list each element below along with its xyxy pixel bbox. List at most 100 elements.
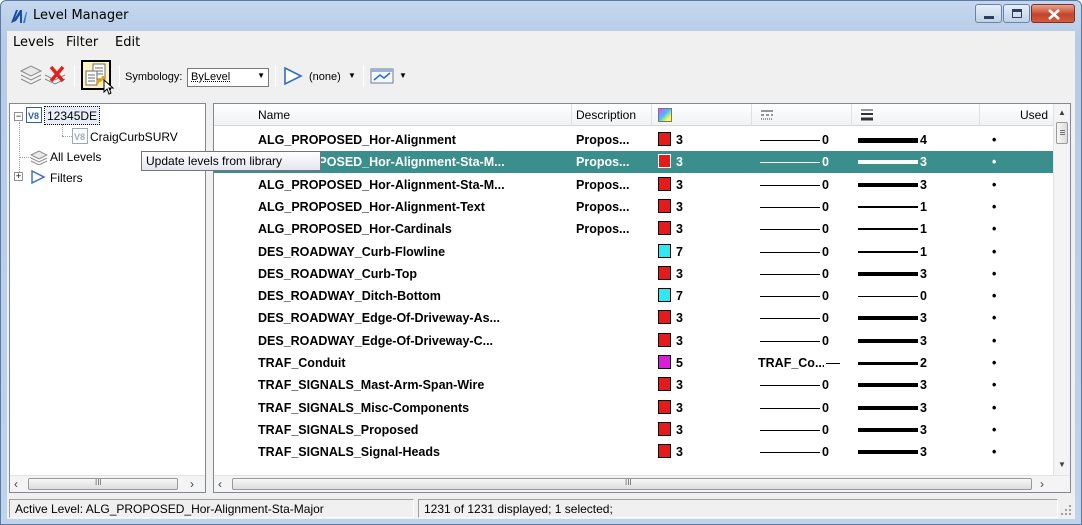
menu-levels[interactable]: Levels — [13, 35, 54, 50]
expand-icon[interactable]: + — [14, 172, 23, 181]
tree-horizontal-scrollbar[interactable]: ‹ III › — [10, 475, 205, 492]
display-style-dropdown-icon[interactable]: ▼ — [399, 71, 407, 80]
level-weight: 3 — [920, 422, 927, 437]
color-swatch[interactable] — [658, 288, 671, 303]
table-row[interactable]: TRAF_SIGNALS_Misc-Components 3 0 3 • — [214, 397, 1054, 419]
color-swatch[interactable] — [658, 154, 671, 169]
line-style-sample — [760, 206, 820, 208]
scroll-right-icon[interactable]: › — [190, 477, 194, 491]
line-weight-sample — [858, 450, 918, 455]
line-weight-sample — [858, 271, 918, 276]
column-line-style[interactable] — [752, 104, 852, 126]
column-description[interactable]: Description — [572, 104, 652, 126]
color-swatch[interactable] — [658, 444, 671, 459]
resize-grip-icon[interactable] — [1061, 505, 1071, 515]
color-swatch[interactable] — [658, 265, 671, 280]
scroll-down-icon[interactable]: ▼ — [1058, 460, 1066, 469]
new-level-icon[interactable] — [19, 63, 43, 85]
menu-edit[interactable]: Edit — [115, 35, 140, 50]
level-description: Propos... — [576, 155, 630, 170]
line-style-icon — [761, 110, 773, 120]
color-swatch[interactable] — [658, 421, 671, 436]
table-row[interactable]: DES_ROADWAY_Curb-Flowline 7 0 1 • — [214, 241, 1054, 263]
table-row[interactable]: ALG_PROPOSED_Hor-Alignment-Sta-M... Propo… — [214, 174, 1054, 196]
table-row[interactable]: TRAF_SIGNALS_Signal-Heads 3 0 3 • — [214, 441, 1054, 463]
list-hscroll-thumb[interactable]: III — [232, 478, 1032, 490]
scroll-left-icon[interactable]: ‹ — [14, 477, 18, 491]
table-row[interactable]: TRAF_Conduit 5 TRAF_Co... 2 • — [214, 352, 1054, 374]
table-row[interactable]: DES_ROADWAY_Edge-Of-Driveway-C... 3 0 3 • — [214, 330, 1054, 352]
tree-root-file[interactable]: 12345DE — [44, 106, 101, 125]
table-row[interactable]: •ALG_PROPOSED_Hor-Alignment-Sta-M...Prop… — [214, 151, 1054, 174]
tree-all-levels[interactable]: All Levels — [50, 150, 101, 164]
line-weight-sample — [858, 405, 918, 410]
column-name[interactable]: Name — [214, 104, 572, 126]
level-description: Propos... — [576, 177, 630, 192]
color-swatch[interactable] — [658, 355, 671, 369]
column-used[interactable]: Used — [980, 104, 1054, 126]
dgn-file-icon: V8 — [26, 107, 42, 123]
level-used: • — [992, 311, 997, 326]
color-swatch[interactable] — [658, 332, 671, 347]
menu-filter[interactable]: Filter — [66, 35, 98, 50]
table-row[interactable]: ALG_PROPOSED_Hor-Alignment Propos... 3 0 4 • — [214, 129, 1054, 151]
filter-dropdown-icon[interactable]: ▼ — [348, 71, 356, 80]
level-style: 0 — [822, 155, 829, 170]
line-style-sample — [760, 385, 820, 387]
level-name: DES_ROADWAY_Curb-Top — [258, 266, 418, 281]
list-horizontal-scrollbar[interactable]: ‹ III › — [214, 475, 1070, 492]
svg-text:V8: V8 — [74, 132, 85, 142]
collapse-icon[interactable]: − — [14, 112, 23, 121]
line-style-sample — [760, 251, 820, 253]
color-swatch[interactable] — [658, 221, 671, 236]
level-name: TRAF_SIGNALS_Proposed — [258, 422, 419, 437]
table-row[interactable]: DES_ROADWAY_Ditch-Bottom 7 0 0 • — [214, 285, 1054, 307]
level-color: 3 — [676, 199, 683, 214]
color-swatch[interactable] — [658, 176, 671, 191]
color-swatch[interactable] — [658, 399, 671, 414]
tree-filters[interactable]: Filters — [50, 171, 83, 185]
delete-level-icon[interactable] — [43, 63, 69, 85]
filter-value[interactable]: (none) — [309, 71, 341, 83]
scroll-right-icon[interactable]: › — [1040, 477, 1044, 491]
tree-scroll-thumb[interactable]: III — [28, 478, 178, 490]
table-row[interactable]: TRAF_SIGNALS_Proposed 3 0 3 • — [214, 419, 1054, 441]
filter-icon[interactable] — [283, 66, 303, 86]
level-style: 0 — [822, 445, 829, 460]
line-style-sample — [760, 318, 820, 320]
color-swatch[interactable] — [658, 243, 671, 258]
toolbar: Symbology: ByLevel ▼ (none) ▼ ▼ — [7, 53, 1075, 95]
symbology-select[interactable]: ByLevel ▼ — [187, 68, 269, 87]
color-swatch[interactable] — [658, 198, 671, 213]
table-row[interactable]: DES_ROADWAY_Curb-Top 3 0 3 • — [214, 263, 1054, 285]
level-used: • — [992, 199, 997, 214]
level-style: 0 — [822, 311, 829, 326]
minimize-button[interactable] — [975, 4, 1002, 23]
scroll-left-icon[interactable]: ‹ — [218, 477, 222, 491]
list-vertical-scrollbar[interactable]: ▲ ▼ — [1053, 104, 1070, 476]
level-color: 3 — [676, 311, 683, 326]
title-bar[interactable]: Level Manager — [1, 1, 1081, 31]
scroll-up-icon[interactable]: ▲ — [1058, 108, 1066, 117]
line-style-sample — [760, 184, 820, 186]
line-weight-sample — [858, 427, 918, 432]
level-color: 7 — [676, 289, 683, 304]
column-color[interactable] — [652, 104, 752, 126]
color-swatch[interactable] — [658, 310, 671, 325]
levels-list-panel[interactable]: Name Description Used ALG_PROPOSED_Hor-A… — [213, 103, 1071, 493]
tree-reference-file[interactable]: CraigCurbSURV — [90, 130, 205, 144]
table-row[interactable]: DES_ROADWAY_Edge-Of-Driveway-As... 3 0 3 • — [214, 307, 1054, 329]
color-swatch[interactable] — [658, 132, 671, 146]
level-weight: 1 — [920, 222, 927, 237]
table-row[interactable]: TRAF_SIGNALS_Mast-Arm-Span-Wire 3 0 3 • — [214, 374, 1054, 396]
close-button[interactable] — [1031, 4, 1075, 23]
table-row[interactable]: ALG_PROPOSED_Hor-Cardinals Propos... 3 0 1 • — [214, 218, 1054, 240]
color-column-icon — [658, 108, 672, 122]
maximize-button[interactable] — [1003, 4, 1030, 23]
column-line-weight[interactable] — [852, 104, 980, 126]
color-swatch[interactable] — [658, 377, 671, 392]
table-row[interactable]: ALG_PROPOSED_Hor-Alignment-Text Propos...… — [214, 196, 1054, 218]
list-scroll-thumb[interactable] — [1056, 122, 1068, 144]
display-style-icon[interactable] — [370, 67, 394, 85]
level-name: TRAF_SIGNALS_Misc-Components — [258, 400, 470, 415]
